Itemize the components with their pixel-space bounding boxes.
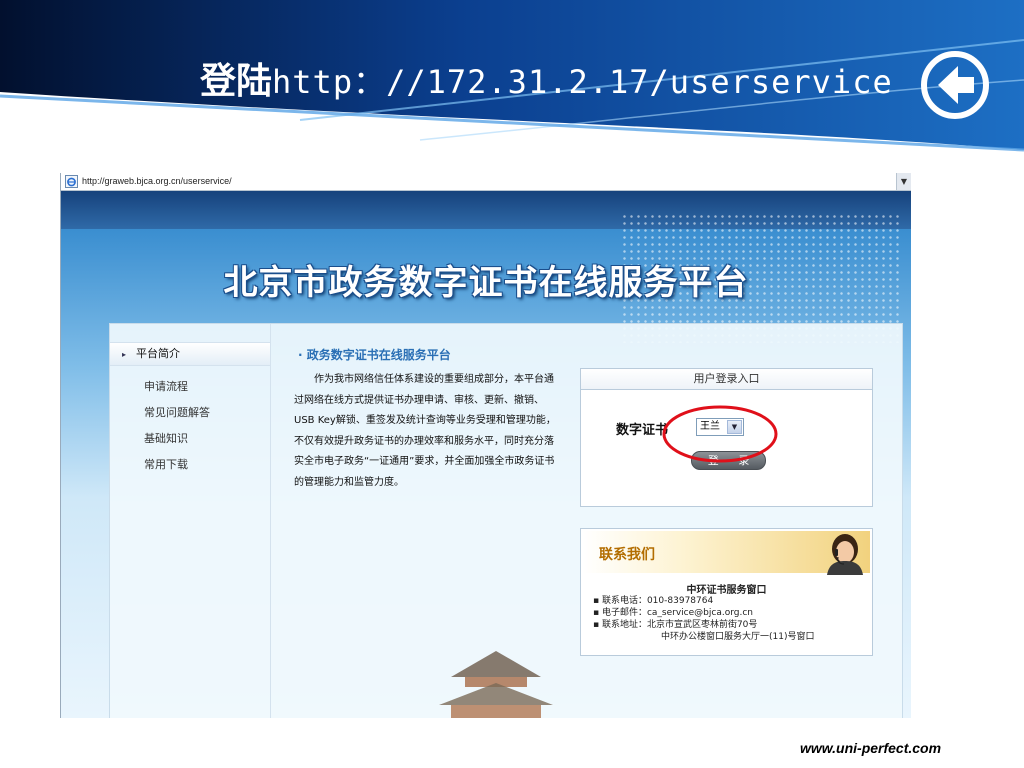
address-url: http://graweb.bjca.org.cn/userservice/ [82,176,232,186]
back-button[interactable] [920,50,990,120]
sidebar-item-apply-process[interactable]: 申请流程 [144,378,188,394]
contact-address-line2: 中环办公楼窗口服务大厅一(11)号窗口 [661,632,815,642]
sidebar-item-downloads[interactable]: 常用下载 [144,456,188,472]
sidebar-item-platform-intro[interactable]: ▸ 平台简介 [110,342,270,366]
sidebar-item-label: 平台简介 [136,347,180,360]
contact-panel: 联系我们 中环证书服务窗口 ▪ 联系电话：010-83978764 ▪ 电子邮件… [580,528,873,656]
address-dropdown-button[interactable]: ▼ [896,173,911,190]
section-title: · 政务数字证书在线服务平台 [298,348,451,362]
browser-window: http://graweb.bjca.org.cn/userservice/ ▼… [60,173,911,718]
sidebar-item-basics[interactable]: 基础知识 [144,430,188,446]
forbidden-city-tower-image [439,651,553,718]
contact-banner: 联系我们 [583,531,870,575]
portal-title: 北京市政务数字证书在线服务平台 [223,263,749,303]
sidebar-item-faq[interactable]: 常见问题解答 [144,404,210,420]
address-bar[interactable]: http://graweb.bjca.org.cn/userservice/ ▼ [61,173,911,191]
contact-org: 中环证书服务窗口 [686,585,767,596]
slide-title-url: http：//172.31.2.17/userservice [272,63,893,101]
contact-title: 联系我们 [599,547,655,563]
slide-header: 登陆http：//172.31.2.17/userservice [0,0,1024,160]
annotation-red-ellipse [662,405,778,463]
triangle-right-icon: ▸ [122,350,127,359]
ie-page-icon [65,175,78,188]
footer-website: www.uni-perfect.com [800,740,942,756]
contact-address: ▪ 联系地址：北京市宣武区枣林前街70号 [593,620,758,630]
sidebar: ▸ 平台简介 申请流程 常见问题解答 基础知识 常用下载 [110,324,271,718]
contact-email[interactable]: ▪ 电子邮件：ca_service@bjca.org.cn [593,607,753,619]
intro-paragraph: 作为我市网络信任体系建设的重要组成部分，本平台通过网络在线方式提供证书办理申请、… [294,374,556,488]
slide-title-label: 登陆 [200,61,273,102]
arrow-left-circle-icon [921,51,989,119]
support-agent-image [827,534,863,575]
slide-title: 登陆http：//172.31.2.17/userservice [200,60,893,104]
contact-phone: ▪ 联系电话：010-83978764 [593,596,714,606]
login-panel-header: 用户登录入口 [581,369,872,390]
